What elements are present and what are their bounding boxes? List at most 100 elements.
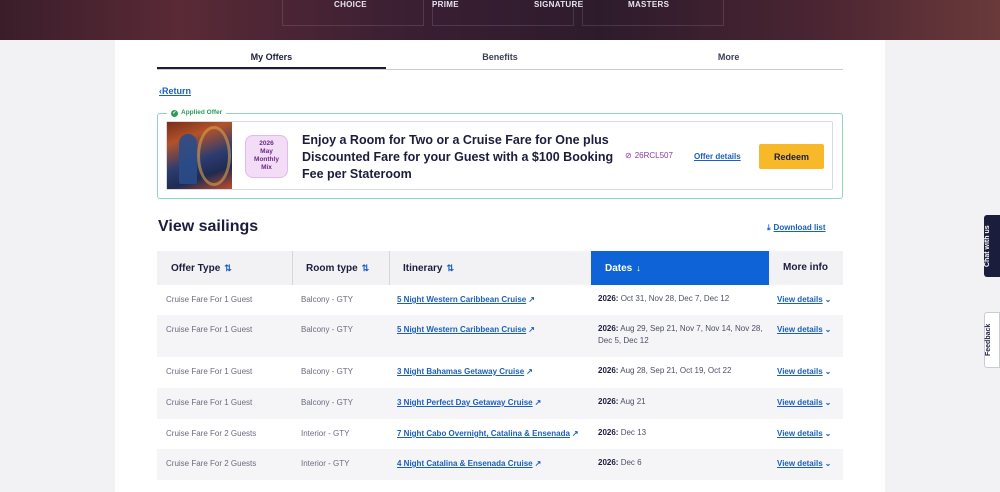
view-details-link[interactable]: View details ⌄ <box>777 459 831 468</box>
view-sailings-title: View sailings <box>158 218 259 235</box>
table-row: Cruise Fare For 2 Guests Interior - GTY … <box>157 419 843 449</box>
chevron-down-icon: ⌄ <box>824 459 832 468</box>
column-label: More info <box>783 262 828 273</box>
offer-title: Enjoy a Room for Two or a Cruise Fare fo… <box>302 133 614 181</box>
dates-cell: 2026: Aug 29, Sep 21, Nov 7, Nov 14, Nov… <box>598 323 763 347</box>
itinerary-label: 3 Night Perfect Day Getaway Cruise <box>397 398 533 407</box>
table-row: Cruise Fare For 2 Guests Interior - GTY … <box>157 449 843 480</box>
dates-list: Dec 6 <box>620 458 642 467</box>
applied-offer-badge: ✓ Applied Offer <box>167 107 227 119</box>
itinerary-link[interactable]: 3 Night Bahamas Getaway Cruise ↗ <box>397 367 533 376</box>
offer-image <box>167 122 232 189</box>
promo-code-value: 26RCL507 <box>634 151 673 160</box>
offer-type-cell: Cruise Fare For 1 Guest <box>166 367 253 376</box>
applied-offer-label: Applied Offer <box>181 109 223 116</box>
redeem-button[interactable]: Redeem <box>759 144 824 169</box>
external-link-icon: ↗ <box>571 429 579 438</box>
return-label: Return <box>162 86 191 96</box>
chat-with-us-tab[interactable]: Chat with us <box>984 215 1000 277</box>
dates-list: Aug 29, Sep 21, Nov 7, Nov 14, Nov 28, D… <box>598 324 763 345</box>
check-circle-icon: ✓ <box>171 109 178 117</box>
view-details-link[interactable]: View details ⌄ <box>777 429 831 438</box>
column-label: Itinerary <box>403 263 443 274</box>
itinerary-label: 4 Night Catalina & Ensenada Cruise <box>397 459 533 468</box>
column-label: Room type <box>306 263 358 274</box>
offer-type-cell: Cruise Fare For 1 Guest <box>166 398 253 407</box>
dates-cell: 2026: Aug 28, Sep 21, Oct 19, Oct 22 <box>598 365 763 377</box>
tab-more[interactable]: More <box>614 48 843 69</box>
dates-year: 2026: <box>598 366 619 375</box>
tier-label-masters[interactable]: MASTERS <box>628 0 669 9</box>
room-type-cell: Balcony - GTY <box>301 295 354 304</box>
view-details-link[interactable]: View details ⌄ <box>777 325 831 334</box>
column-header-more-info: More info <box>769 251 843 285</box>
badge-line: Monthly <box>254 156 279 163</box>
chevron-down-icon: ⌄ <box>824 325 832 334</box>
dates-year: 2026: <box>598 397 619 406</box>
dates-list: Aug 28, Sep 21, Oct 19, Oct 22 <box>620 366 732 375</box>
offer-type-cell: Cruise Fare For 2 Guests <box>166 459 257 468</box>
view-details-label: View details <box>777 367 823 376</box>
badge-line: 2026 <box>259 140 274 147</box>
column-header-dates[interactable]: Dates ↓ <box>591 251 769 285</box>
sort-icon: ⇅ <box>224 263 232 273</box>
download-list-label: Download list <box>773 223 826 232</box>
room-type-cell: Balcony - GTY <box>301 325 354 334</box>
column-header-offer-type[interactable]: Offer Type ⇅ <box>157 251 292 285</box>
tag-icon: ⊘ <box>625 151 632 160</box>
view-details-label: View details <box>777 325 823 334</box>
sort-down-icon: ↓ <box>636 263 641 273</box>
chat-label: Chat with us <box>984 225 991 267</box>
itinerary-link[interactable]: 5 Night Western Caribbean Cruise ↗ <box>397 325 535 334</box>
itinerary-link[interactable]: 4 Night Catalina & Ensenada Cruise ↗ <box>397 459 541 468</box>
hero-banner: CHOICE PRIME SIGNATURE MASTERS <box>0 0 1000 40</box>
chevron-down-icon: ⌄ <box>824 398 832 407</box>
chevron-down-icon: ⌄ <box>824 295 832 304</box>
download-list-link[interactable]: ⤓ Download list <box>767 223 826 233</box>
dates-year: 2026: <box>598 294 619 303</box>
dates-year: 2026: <box>598 458 619 467</box>
room-type-cell: Balcony - GTY <box>301 398 354 407</box>
offer-tabs: My Offers Benefits More <box>157 48 843 70</box>
tier-label-prime[interactable]: PRIME <box>432 0 459 9</box>
dates-year: 2026: <box>598 324 619 333</box>
external-link-icon: ↗ <box>534 459 542 468</box>
table-row: Cruise Fare For 1 Guest Balcony - GTY 3 … <box>157 388 843 419</box>
dates-list: Dec 13 <box>620 428 647 437</box>
itinerary-label: 7 Night Cabo Overnight, Catalina & Ensen… <box>397 429 570 438</box>
view-details-link[interactable]: View details ⌄ <box>777 398 831 407</box>
itinerary-link[interactable]: 5 Night Western Caribbean Cruise ↗ <box>397 295 535 304</box>
table-row: Cruise Fare For 1 Guest Balcony - GTY 3 … <box>157 357 843 388</box>
offer-type-cell: Cruise Fare For 2 Guests <box>166 429 257 438</box>
chevron-down-icon: ⌄ <box>824 367 832 376</box>
dates-cell: 2026: Dec 6 <box>598 457 763 469</box>
view-details-link[interactable]: View details ⌄ <box>777 295 831 304</box>
offer-details-link[interactable]: Offer details <box>694 152 741 161</box>
return-link[interactable]: ‹Return <box>159 86 191 96</box>
view-details-label: View details <box>777 429 823 438</box>
tab-benefits[interactable]: Benefits <box>386 48 615 69</box>
itinerary-link[interactable]: 3 Night Perfect Day Getaway Cruise ↗ <box>397 398 541 407</box>
itinerary-label: 5 Night Western Caribbean Cruise <box>397 325 527 334</box>
dates-cell: 2026: Oct 31, Nov 28, Dec 7, Dec 12 <box>598 293 763 305</box>
tier-label-signature[interactable]: SIGNATURE <box>534 0 583 9</box>
dates-cell: 2026: Dec 13 <box>598 427 763 439</box>
offer-type-cell: Cruise Fare For 1 Guest <box>166 325 253 334</box>
view-details-label: View details <box>777 398 823 407</box>
view-details-link[interactable]: View details ⌄ <box>777 367 831 376</box>
room-type-cell: Interior - GTY <box>301 429 350 438</box>
itinerary-link[interactable]: 7 Night Cabo Overnight, Catalina & Ensen… <box>397 429 579 438</box>
sort-icon: ⇅ <box>446 263 455 273</box>
column-header-itinerary[interactable]: Itinerary ⇅ <box>389 251 591 285</box>
external-link-icon: ↗ <box>526 367 533 376</box>
tier-label-choice[interactable]: CHOICE <box>334 0 367 9</box>
column-header-room-type[interactable]: Room type ⇅ <box>292 251 389 285</box>
chevron-down-icon: ⌄ <box>824 429 832 438</box>
itinerary-label: 3 Night Bahamas Getaway Cruise <box>397 367 525 376</box>
dates-cell: 2026: Aug 21 <box>598 396 763 408</box>
table-row: Cruise Fare For 1 Guest Balcony - GTY 5 … <box>157 285 843 315</box>
tab-my-offers[interactable]: My Offers <box>157 48 386 69</box>
view-details-label: View details <box>777 295 823 304</box>
column-label: Dates <box>605 263 633 274</box>
feedback-tab[interactable]: Feedback <box>984 312 1000 368</box>
